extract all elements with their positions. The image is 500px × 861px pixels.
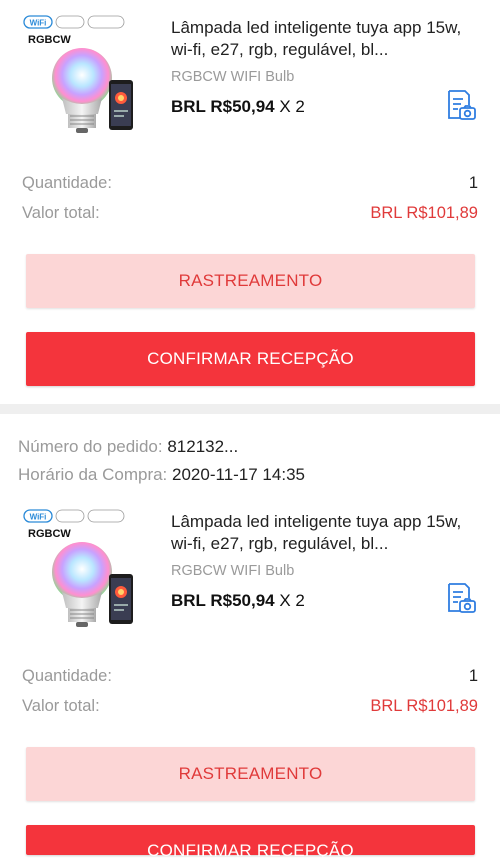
- total-value: BRL R$101,89: [370, 697, 478, 715]
- price-value: BRL R$50,94: [171, 97, 275, 116]
- quantity-label: Quantidade:: [22, 667, 112, 685]
- order-number-label: Número do pedido:: [18, 437, 163, 456]
- product-price: BRL R$50,94 X 2: [171, 591, 305, 611]
- product-price: BRL R$50,94 X 2: [171, 97, 305, 117]
- purchase-time-label: Horário da Compra:: [18, 465, 168, 484]
- total-value: BRL R$101,89: [370, 204, 478, 222]
- wifi-badge: WiFi: [30, 513, 47, 522]
- product-variant: RGBCW WIFI Bulb: [171, 563, 295, 579]
- quantity-value: 1: [468, 667, 478, 685]
- product-thumbnail[interactable]: WiFi RGBCW: [20, 10, 155, 145]
- order-separator: [0, 404, 500, 414]
- rgbcw-label: RGBCW: [28, 528, 71, 540]
- product-title[interactable]: Lâmpada led inteligente tuya app 15w, wi…: [171, 511, 481, 555]
- tracking-button[interactable]: RASTREAMENTO: [26, 254, 475, 308]
- confirm-receipt-button[interactable]: CONFIRMAR RECEPÇÃO: [26, 332, 475, 386]
- receipt-camera-icon[interactable]: [444, 581, 478, 615]
- price-qty: X 2: [279, 591, 305, 610]
- product-thumbnail[interactable]: WiFi RGBCW: [20, 504, 155, 639]
- quantity-label: Quantidade:: [22, 174, 112, 192]
- smart-bulb-with-phone-icon: WiFi RGBCW: [23, 15, 133, 133]
- purchase-time-row: Horário da Compra: 2020-11-17 14:35: [18, 465, 305, 485]
- total-label: Valor total:: [22, 697, 100, 715]
- order-number-value[interactable]: 812132...: [167, 437, 238, 456]
- order-number-row: Número do pedido: 812132...: [18, 437, 238, 457]
- tracking-button[interactable]: RASTREAMENTO: [26, 747, 475, 801]
- price-value: BRL R$50,94: [171, 591, 275, 610]
- wifi-badge: WiFi: [30, 19, 47, 28]
- quantity-value: 1: [468, 174, 478, 192]
- product-title[interactable]: Lâmpada led inteligente tuya app 15w, wi…: [171, 17, 481, 61]
- receipt-camera-icon[interactable]: [444, 88, 478, 122]
- price-qty: X 2: [279, 97, 305, 116]
- total-label: Valor total:: [22, 204, 100, 222]
- product-variant: RGBCW WIFI Bulb: [171, 69, 295, 85]
- confirm-receipt-button[interactable]: CONFIRMAR RECEPÇÃO: [26, 825, 475, 860]
- rgbcw-label: RGBCW: [28, 34, 71, 46]
- smart-bulb-with-phone-icon: WiFi RGBCW: [23, 509, 133, 627]
- purchase-time-value: 2020-11-17 14:35: [172, 465, 305, 484]
